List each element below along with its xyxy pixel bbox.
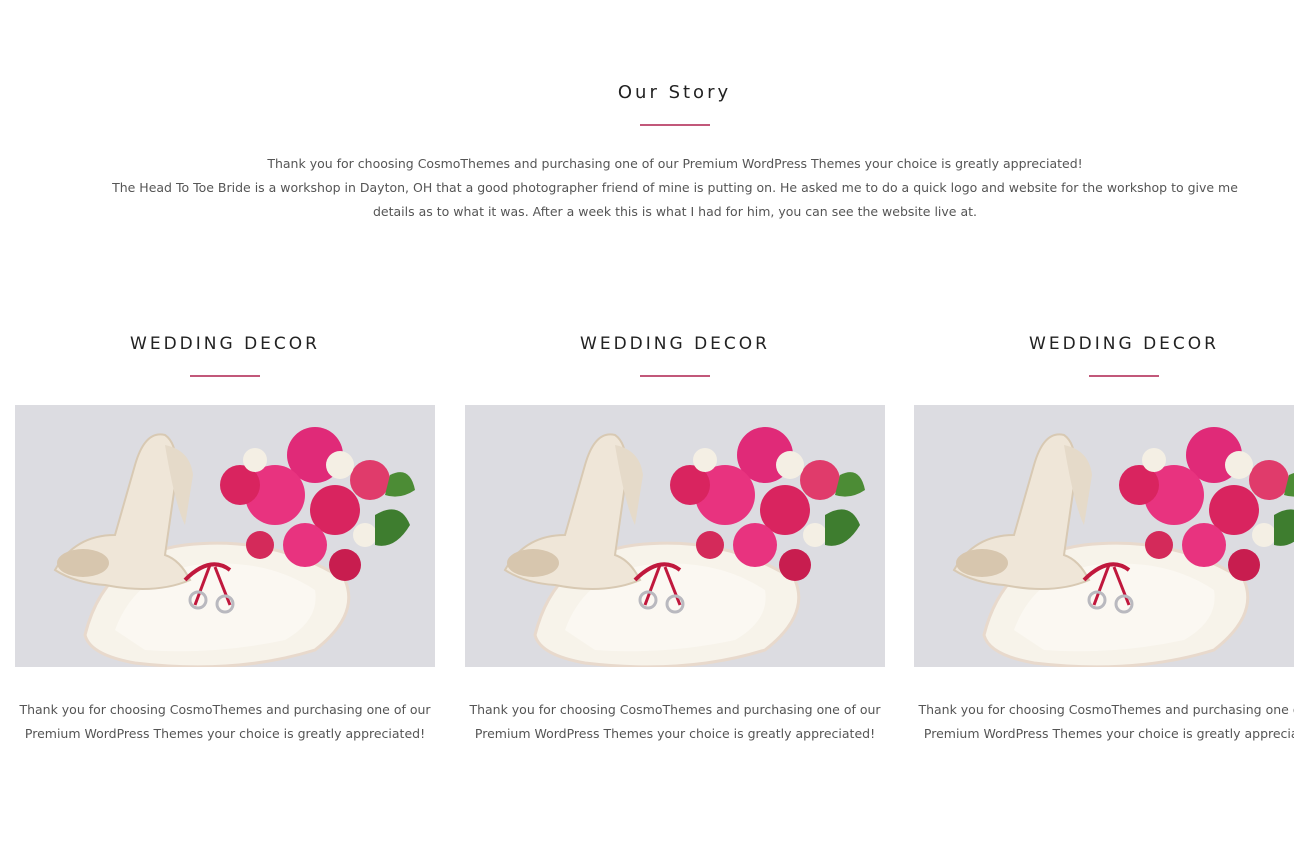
card-description: Thank you for choosing CosmoThemes and p…	[19, 702, 431, 741]
card-title[interactable]: WEDDING DECOR	[914, 330, 1294, 358]
feature-card: WEDDING DECOR Thank you for choosing Cos…	[465, 330, 885, 741]
story-line-2: The Head To Toe Bride is a workshop in D…	[112, 180, 1238, 219]
card-divider	[190, 375, 260, 377]
card-divider	[1089, 375, 1159, 377]
card-divider	[640, 375, 710, 377]
card-title[interactable]: WEDDING DECOR	[15, 330, 435, 358]
card-description: Thank you for choosing CosmoThemes and p…	[469, 702, 881, 741]
wedding-photo[interactable]	[465, 405, 885, 667]
card-title[interactable]: WEDDING DECOR	[465, 330, 885, 358]
title-divider	[640, 124, 710, 126]
story-line-1: Thank you for choosing CosmoThemes and p…	[267, 156, 1083, 171]
page: Our Story Thank you for choosing CosmoTh…	[0, 0, 1294, 853]
feature-card: WEDDING DECOR Thank you for choosing Cos…	[914, 330, 1294, 741]
wedding-photo[interactable]	[914, 405, 1294, 667]
card-description: Thank you for choosing CosmoThemes and p…	[918, 702, 1294, 741]
wedding-photo[interactable]	[15, 405, 435, 667]
section-title: Our Story	[617, 82, 732, 103]
feature-card: WEDDING DECOR Thank you for choosing Cos…	[15, 330, 435, 741]
story-paragraph: Thank you for choosing CosmoThemes and p…	[90, 152, 1260, 224]
